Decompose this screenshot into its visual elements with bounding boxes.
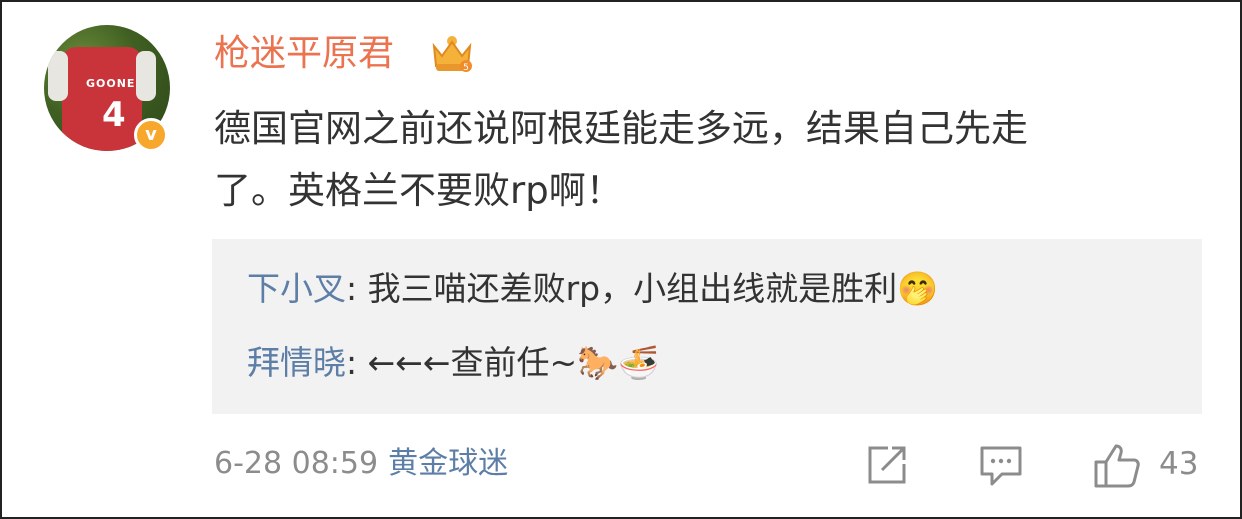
reply-item[interactable]: 拜情晓: ←←←查前任~🐎🍜 bbox=[247, 341, 659, 385]
svg-text:5: 5 bbox=[463, 63, 469, 73]
reply-item[interactable]: 下小叉: 我三喵还差败rp，小组出线就是胜利🤭 bbox=[247, 267, 938, 311]
reply-emoji: 🐎🍜 bbox=[577, 343, 660, 382]
comment-text: 德国官网之前还说阿根廷能走多远，结果自己先走 了。英格兰不要败rp啊！ bbox=[214, 98, 1214, 222]
comment-icon[interactable] bbox=[978, 442, 1024, 488]
crown-badge-icon[interactable]: 5 bbox=[430, 32, 474, 74]
avatar-shirt: GOONER 4 bbox=[62, 47, 144, 151]
source-label[interactable]: 黄金球迷 bbox=[388, 446, 508, 481]
reply-list[interactable]: 下小叉: 我三喵还差败rp，小组出线就是胜利🤭 拜情晓: ←←←查前任~🐎🍜 bbox=[212, 239, 1202, 414]
comment-line-1: 德国官网之前还说阿根廷能走多远，结果自己先走 bbox=[214, 107, 1028, 150]
avatar-shirt-number: 4 bbox=[102, 95, 126, 135]
reply-text: ←←←查前任~ bbox=[367, 343, 578, 382]
avatar-sleeve-left bbox=[48, 51, 68, 101]
reply-separator: : bbox=[346, 343, 368, 382]
like-icon[interactable] bbox=[1092, 442, 1142, 490]
reply-username[interactable]: 拜情晓 bbox=[247, 343, 346, 382]
avatar-sleeve-right bbox=[136, 51, 156, 101]
username[interactable]: 枪迷平原君 bbox=[214, 30, 394, 78]
verified-v-icon: v bbox=[134, 118, 168, 152]
share-icon[interactable] bbox=[864, 442, 910, 488]
reply-emoji: 🤭 bbox=[897, 269, 939, 308]
reply-text: 我三喵还差败rp，小组出线就是胜利 bbox=[367, 269, 898, 308]
like-count: 43 bbox=[1159, 446, 1199, 482]
comment-meta: 6-28 08:59 黄金球迷 bbox=[214, 444, 508, 484]
timestamp: 6-28 08:59 bbox=[214, 446, 379, 481]
reply-separator: : bbox=[346, 269, 368, 308]
comment-line-2: 了。英格兰不要败rp啊！ bbox=[214, 169, 623, 212]
reply-username[interactable]: 下小叉 bbox=[247, 269, 346, 308]
